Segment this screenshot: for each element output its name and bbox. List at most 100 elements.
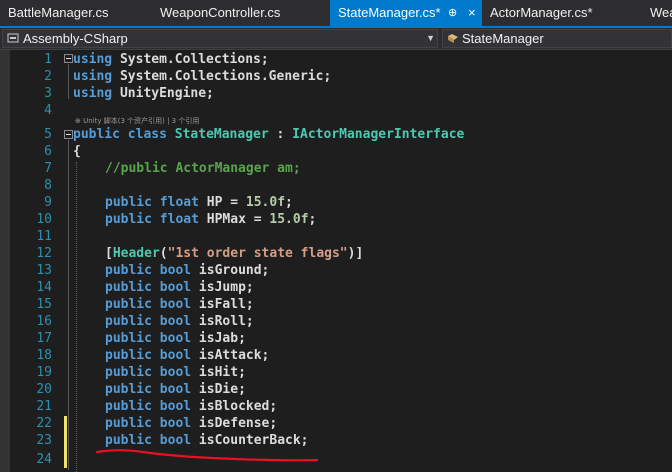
code-text: public bool isRoll; xyxy=(105,313,254,330)
code-line: 14 public bool isJump; xyxy=(0,279,672,296)
code-line: 11 xyxy=(0,228,672,245)
punctuation: ( xyxy=(159,246,168,261)
field-name: isHit; xyxy=(191,365,246,380)
field-name: isBlocked; xyxy=(191,399,278,414)
keyword: bool xyxy=(151,263,192,278)
keyword: public xyxy=(105,365,152,380)
field-name: isGround; xyxy=(191,263,270,278)
keyword: bool xyxy=(151,331,192,346)
line-number: 8 xyxy=(44,178,52,193)
code-text: using System.Collections.Generic; xyxy=(73,68,331,85)
line-number: 13 xyxy=(36,263,52,278)
code-editor[interactable]: 1 using System.Collections; 2 using Syst… xyxy=(0,50,672,472)
red-underline-annotation xyxy=(95,449,319,462)
code-line: 8 xyxy=(0,177,672,194)
namespace: System.Collections.Generic; xyxy=(112,69,332,84)
identifier: HP = xyxy=(198,195,246,210)
code-line: 17 public bool isJab; xyxy=(0,330,672,347)
document-tab-bar: BattleManager.cs WeaponController.cs Sta… xyxy=(0,0,672,28)
code-text: public bool isJump; xyxy=(105,279,254,296)
code-text: public bool isDie; xyxy=(105,381,246,398)
code-text: public bool isAttack; xyxy=(105,347,269,364)
code-text: public bool isHit; xyxy=(105,364,246,381)
line-number: 4 xyxy=(44,103,52,118)
close-icon[interactable]: × xyxy=(468,0,476,26)
code-line: 23 public bool isCounterBack; xyxy=(0,432,672,449)
identifier: HPMax = xyxy=(198,212,270,227)
keyword: bool xyxy=(151,416,192,431)
line-number: 2 xyxy=(44,69,52,84)
line-number: 12 xyxy=(36,246,52,261)
keyword: public xyxy=(105,263,152,278)
attribute-name: Header xyxy=(112,246,160,261)
pin-icon[interactable]: ⊕ xyxy=(448,0,457,26)
line-number: 17 xyxy=(36,331,52,346)
tab-actormanager[interactable]: ActorManager.cs* xyxy=(482,0,642,26)
keyword: float xyxy=(151,195,199,210)
field-name: isDefense; xyxy=(191,416,278,431)
field-name: isRoll; xyxy=(191,314,254,329)
punctuation: : xyxy=(268,127,293,142)
keyword: bool xyxy=(151,365,192,380)
number-literal: 15.0f xyxy=(269,212,309,227)
tab-statemanager[interactable]: StateManager.cs* ⊕ × xyxy=(330,0,482,26)
project-dropdown[interactable]: Assembly-CSharp ▼ xyxy=(2,29,438,48)
code-line: 3 using UnityEngine; xyxy=(0,85,672,102)
code-text: public class StateManager : IActorManage… xyxy=(73,126,464,143)
comment: //public ActorManager am; xyxy=(105,161,301,176)
code-line: 1 using System.Collections; xyxy=(0,51,672,68)
tab-label: ActorManager.cs* xyxy=(490,5,593,20)
code-line: 6 { xyxy=(0,143,672,160)
keyword: bool xyxy=(151,348,192,363)
code-line: 7 //public ActorManager am; xyxy=(0,160,672,177)
tab-label: StateManager.cs* xyxy=(338,5,441,20)
tab-label: Wea xyxy=(650,5,672,20)
line-number: 10 xyxy=(36,212,52,227)
string-literal: "1st order state flags" xyxy=(167,246,348,261)
field-name: isJab; xyxy=(191,331,246,346)
code-text: public bool isFall; xyxy=(105,296,254,313)
class-icon xyxy=(448,34,458,43)
line-number: 3 xyxy=(44,86,52,101)
code-text: public bool isJab; xyxy=(105,330,246,347)
keyword: using xyxy=(73,52,113,67)
keyword: public xyxy=(105,280,152,295)
code-line: 21 public bool isBlocked; xyxy=(0,398,672,415)
code-line: 13 public bool isGround; xyxy=(0,262,672,279)
code-line: 18 public bool isAttack; xyxy=(0,347,672,364)
keyword: using xyxy=(73,86,113,101)
tab-weapon-truncated[interactable]: Wea xyxy=(642,0,672,26)
chevron-down-icon: ▼ xyxy=(426,33,435,43)
tab-battlemanager[interactable]: BattleManager.cs xyxy=(0,0,150,26)
keyword: bool xyxy=(151,399,192,414)
field-name: isJump; xyxy=(191,280,254,295)
keyword: bool xyxy=(151,433,192,448)
code-text: public bool isBlocked; xyxy=(105,398,277,415)
punctuation: ; xyxy=(308,212,317,227)
field-name: isCounterBack; xyxy=(191,433,309,448)
class-dropdown[interactable]: StateManager xyxy=(442,29,672,48)
code-line: 10 public float HPMax = 15.0f; xyxy=(0,211,672,228)
code-line: 19 public bool isHit; xyxy=(0,364,672,381)
line-number: 20 xyxy=(36,382,52,397)
code-text: using UnityEngine; xyxy=(73,85,214,102)
interface-name: IActorManagerInterface xyxy=(292,127,465,142)
line-number: 23 xyxy=(36,433,52,448)
keyword: class xyxy=(119,127,167,142)
keyword: public xyxy=(105,399,152,414)
keyword: public xyxy=(105,382,152,397)
codelens-references[interactable]: ⊕ Unity 脚本(3 个资产引用) | 3 个引用 xyxy=(75,116,199,126)
namespace: UnityEngine; xyxy=(112,86,214,101)
code-text: //public ActorManager am; xyxy=(105,160,301,177)
field-name: isDie; xyxy=(191,382,246,397)
tab-label: WeaponController.cs xyxy=(160,5,281,20)
keyword: public xyxy=(73,127,120,142)
code-text: using System.Collections; xyxy=(73,51,269,68)
tab-weaponcontroller[interactable]: WeaponController.cs xyxy=(152,0,328,26)
line-number: 19 xyxy=(36,365,52,380)
keyword: bool xyxy=(151,297,192,312)
line-number: 18 xyxy=(36,348,52,363)
line-number: 24 xyxy=(36,452,52,467)
field-name: isFall; xyxy=(191,297,254,312)
class-name: StateManager xyxy=(462,31,544,46)
